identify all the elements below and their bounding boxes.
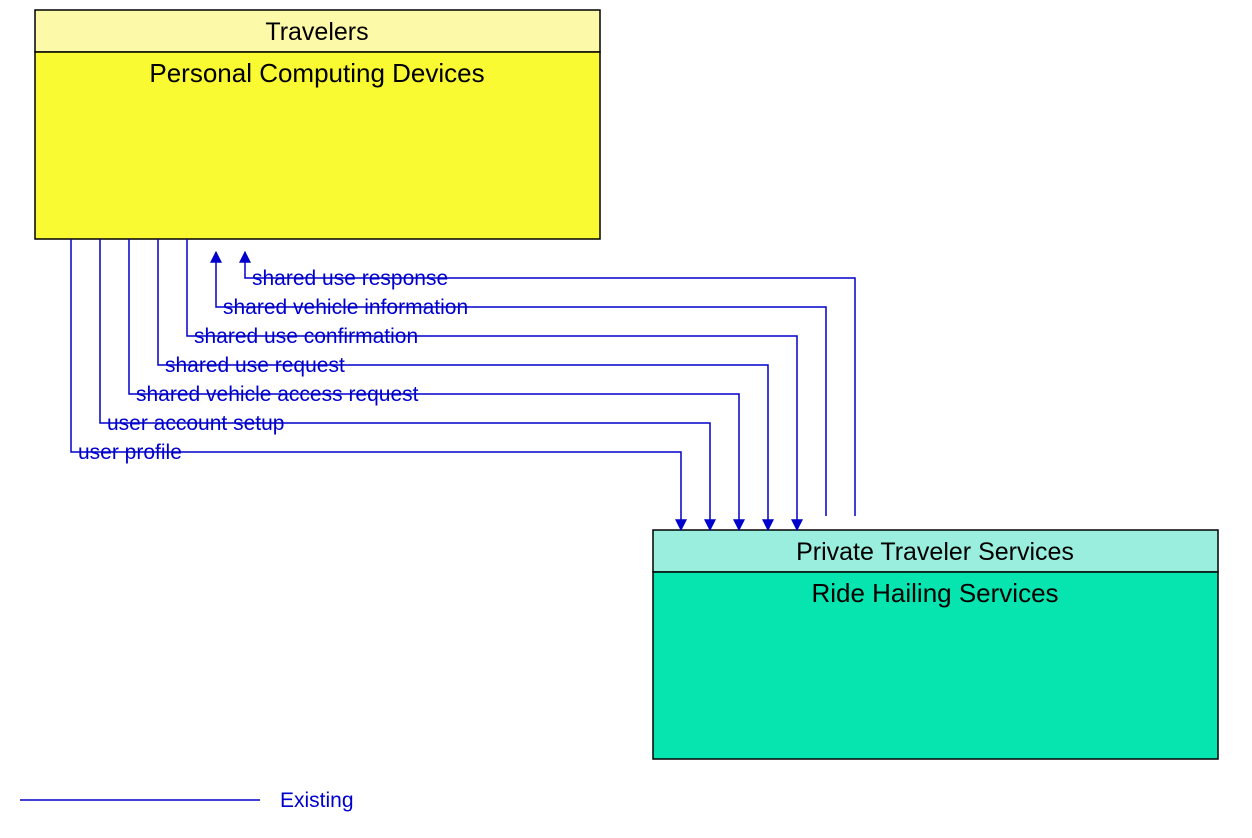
entity-travelers-body-label: Personal Computing Devices <box>149 58 484 88</box>
flow-label-shared-use-response: shared use response <box>252 267 448 290</box>
flow-label-shared-vehicle-access-request: shared vehicle access request <box>136 383 419 406</box>
legend-existing-label: Existing <box>280 789 354 812</box>
flow-label-shared-use-confirmation: shared use confirmation <box>194 325 418 348</box>
entity-private-body-label: Ride Hailing Services <box>811 578 1058 608</box>
flow-label-user-profile: user profile <box>78 441 182 464</box>
entity-travelers: Travelers Personal Computing Devices <box>35 10 600 239</box>
entity-private-header-label: Private Traveler Services <box>796 538 1074 566</box>
flow-label-user-account-setup: user account setup <box>107 412 284 435</box>
flow-label-shared-use-request: shared use request <box>165 354 345 377</box>
flow-label-shared-vehicle-information: shared vehicle information <box>223 296 468 319</box>
entity-private-traveler-services: Private Traveler Services Ride Hailing S… <box>653 530 1218 759</box>
entity-travelers-header-label: Travelers <box>265 18 368 46</box>
legend: Existing <box>20 789 354 812</box>
